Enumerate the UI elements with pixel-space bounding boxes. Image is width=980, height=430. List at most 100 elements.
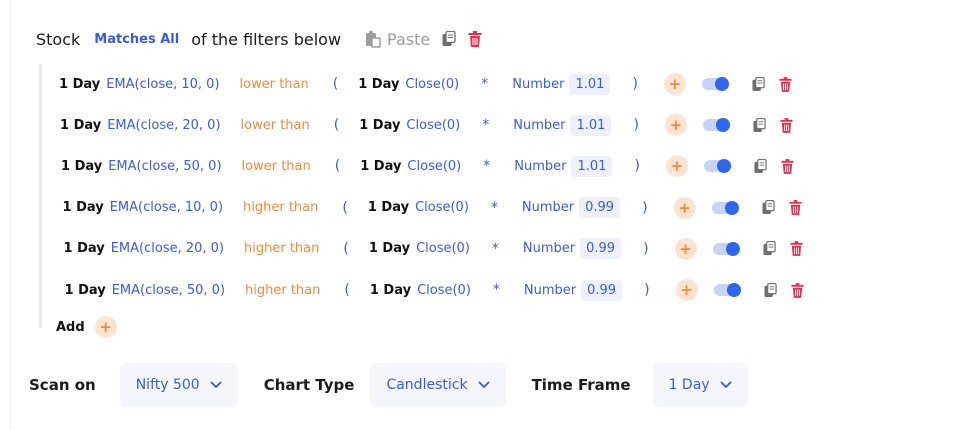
delete-filter-button[interactable] <box>781 158 794 174</box>
compare-timeframe-select[interactable]: 1 Day <box>368 200 409 215</box>
multiply-operator[interactable]: * <box>491 200 498 216</box>
copy-icon <box>763 241 776 256</box>
add-filter-row: Add + <box>56 316 117 338</box>
copy-icon <box>754 158 767 173</box>
compare-indicator-select[interactable]: Close(0) <box>406 118 460 133</box>
indicator-select[interactable]: EMA(close, 10, 0) <box>106 77 219 92</box>
operator-select[interactable]: lower than <box>240 77 309 92</box>
compare-indicator-select[interactable]: Close(0) <box>415 200 469 215</box>
filter-list: 1 Day EMA(close, 10, 0) lower than (1 Day Cl… <box>39 64 842 328</box>
delete-filter-button[interactable] <box>779 76 792 92</box>
toggle-knob <box>724 200 739 215</box>
delete-filter-button[interactable] <box>791 282 804 298</box>
add-condition-button[interactable]: + <box>665 155 688 178</box>
filter-enabled-toggle[interactable] <box>712 241 740 256</box>
close-parenthesis: ) <box>632 76 638 92</box>
timeframe-select[interactable]: 1 Day <box>59 77 100 92</box>
compare-timeframe-select[interactable]: 1 Day <box>370 283 411 298</box>
delete-filter-button[interactable] <box>790 241 803 257</box>
add-condition-button[interactable]: + <box>675 279 698 301</box>
copy-filter-button[interactable] <box>762 200 775 215</box>
paste-button[interactable]: Paste <box>365 30 430 49</box>
compare-indicator-select[interactable]: Close(0) <box>405 77 459 92</box>
open-parenthesis: ( <box>343 240 349 257</box>
timeframe-select[interactable]: 1 Day <box>61 159 102 174</box>
indicator-select[interactable]: EMA(close, 50, 0) <box>108 159 221 174</box>
scan-builder-card: Stock Matches All of the filters below P… <box>10 0 980 430</box>
number-input[interactable]: 1.01 <box>569 73 611 95</box>
matches-all-dropdown[interactable]: Matches All <box>94 32 179 47</box>
open-parenthesis: ( <box>334 158 341 175</box>
compare-timeframe-select[interactable]: 1 Day <box>359 118 400 133</box>
filter-enabled-toggle[interactable] <box>702 118 730 133</box>
operator-select[interactable]: higher than <box>244 241 319 256</box>
close-parenthesis: ) <box>634 158 640 175</box>
delete-all-button[interactable] <box>468 31 482 47</box>
compare-timeframe-select[interactable]: 1 Day <box>360 159 401 174</box>
number-label: Number <box>521 200 575 216</box>
multiply-operator[interactable]: * <box>492 241 499 257</box>
filter-row: 1 Day EMA(close, 20, 0) higher than (1 Day C… <box>47 233 803 265</box>
add-condition-button[interactable]: + <box>663 73 686 95</box>
number-input[interactable]: 1.01 <box>571 155 613 177</box>
filter-enabled-toggle[interactable] <box>701 77 729 91</box>
number-input[interactable]: 0.99 <box>579 197 621 219</box>
indicator-select[interactable]: EMA(close, 20, 0) <box>107 118 220 133</box>
indicator-select[interactable]: EMA(close, 50, 0) <box>112 283 225 298</box>
toggle-knob <box>716 159 731 174</box>
add-filter-label: Add <box>56 319 85 335</box>
filter-enabled-toggle[interactable] <box>713 283 741 297</box>
chart-type-label: Chart Type <box>263 376 355 394</box>
multiply-operator[interactable]: * <box>482 117 489 133</box>
number-input[interactable]: 0.99 <box>581 279 623 301</box>
copy-filter-button[interactable] <box>763 241 776 256</box>
scan-settings: Scan on Nifty 500 Chart Type Candlestick… <box>29 363 748 407</box>
trash-icon <box>781 158 794 174</box>
chevron-down-icon <box>477 381 490 389</box>
timeframe-select[interactable]: 1 Day <box>63 200 104 215</box>
filter-enabled-toggle[interactable] <box>703 159 731 174</box>
multiply-operator[interactable]: * <box>493 282 500 298</box>
copy-filter-button[interactable] <box>753 117 766 133</box>
compare-indicator-select[interactable]: Close(0) <box>417 283 471 298</box>
operator-select[interactable]: lower than <box>241 118 310 133</box>
scan-on-select[interactable]: Nifty 500 <box>119 363 238 407</box>
timeframe-select[interactable]: 1 Day <box>64 241 105 256</box>
number-label: Number <box>522 241 576 257</box>
indicator-select[interactable]: EMA(close, 10, 0) <box>110 200 223 215</box>
add-filter-button[interactable]: + <box>94 316 117 338</box>
copy-filter-button[interactable] <box>764 282 777 298</box>
operator-select[interactable]: higher than <box>243 200 318 215</box>
indicator-select[interactable]: EMA(close, 20, 0) <box>111 241 224 256</box>
delete-filter-button[interactable] <box>780 117 793 133</box>
copy-icon <box>764 282 777 297</box>
clipboard-paste-icon <box>366 31 381 48</box>
open-parenthesis: ( <box>332 76 339 92</box>
compare-timeframe-select[interactable]: 1 Day <box>369 241 410 256</box>
copy-filter-button[interactable] <box>752 76 765 92</box>
toggle-knob <box>726 283 741 297</box>
multiply-operator[interactable]: * <box>481 76 488 92</box>
add-condition-button[interactable]: + <box>673 196 696 219</box>
time-frame-select[interactable]: 1 Day <box>652 363 748 407</box>
operator-select[interactable]: lower than <box>242 159 311 174</box>
add-condition-button[interactable]: + <box>664 114 687 137</box>
number-input[interactable]: 1.01 <box>570 114 612 136</box>
trash-icon <box>789 200 802 216</box>
compare-indicator-select[interactable]: Close(0) <box>407 159 461 174</box>
copy-filter-button[interactable] <box>754 158 767 174</box>
add-condition-button[interactable]: + <box>674 237 697 260</box>
filter-enabled-toggle[interactable] <box>711 200 739 215</box>
delete-filter-button[interactable] <box>789 200 802 216</box>
chart-type-select[interactable]: Candlestick <box>370 363 506 407</box>
timeframe-select[interactable]: 1 Day <box>60 118 101 133</box>
multiply-operator[interactable]: * <box>483 158 490 174</box>
compare-timeframe-select[interactable]: 1 Day <box>358 77 399 92</box>
filter-row: 1 Day EMA(close, 20, 0) lower than (1 Day Cl… <box>43 109 793 141</box>
compare-indicator-select[interactable]: Close(0) <box>416 241 470 256</box>
chart-type-value: Candlestick <box>386 377 468 393</box>
operator-select[interactable]: higher than <box>245 283 320 298</box>
number-input[interactable]: 0.99 <box>580 238 622 260</box>
timeframe-select[interactable]: 1 Day <box>65 283 106 298</box>
copy-all-button[interactable] <box>442 31 456 47</box>
